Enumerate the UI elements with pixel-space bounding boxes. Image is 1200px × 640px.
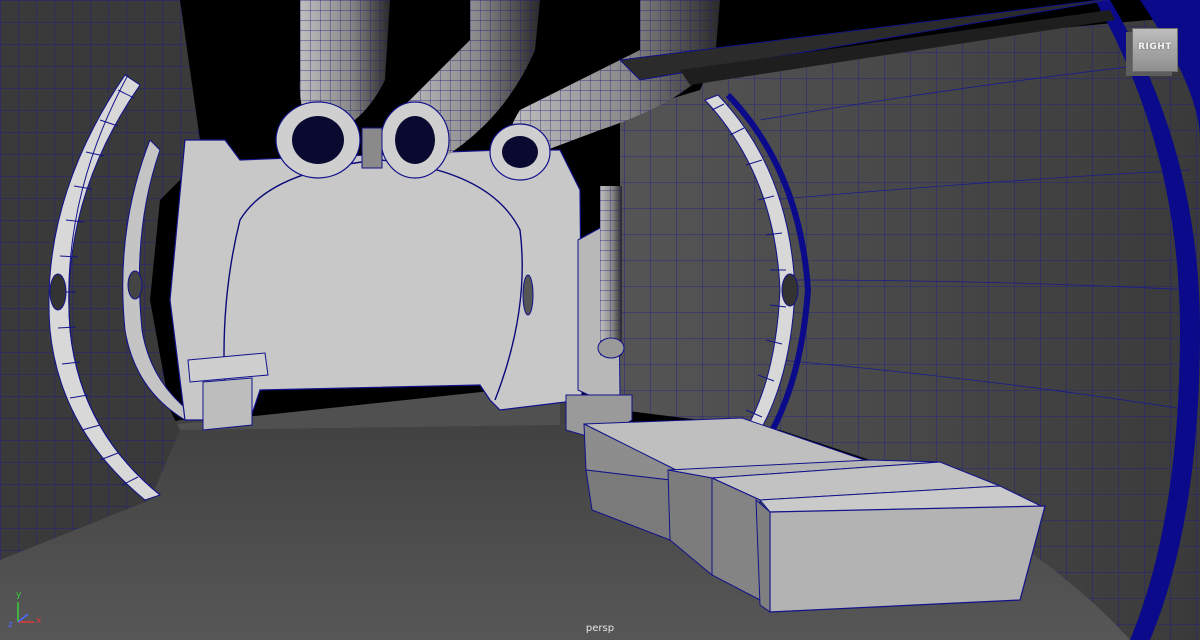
viewport-persp[interactable]: RIGHT y x z persp [0, 0, 1200, 640]
y-axis-label: y [16, 590, 22, 600]
view-cube-label[interactable]: RIGHT [1132, 42, 1178, 52]
view-cube[interactable]: RIGHT [1126, 28, 1178, 74]
crate-3 [755, 485, 1046, 613]
scene-render[interactable] [0, 0, 1200, 640]
z-axis-line [17, 613, 29, 623]
camera-label: persp [585, 623, 615, 634]
